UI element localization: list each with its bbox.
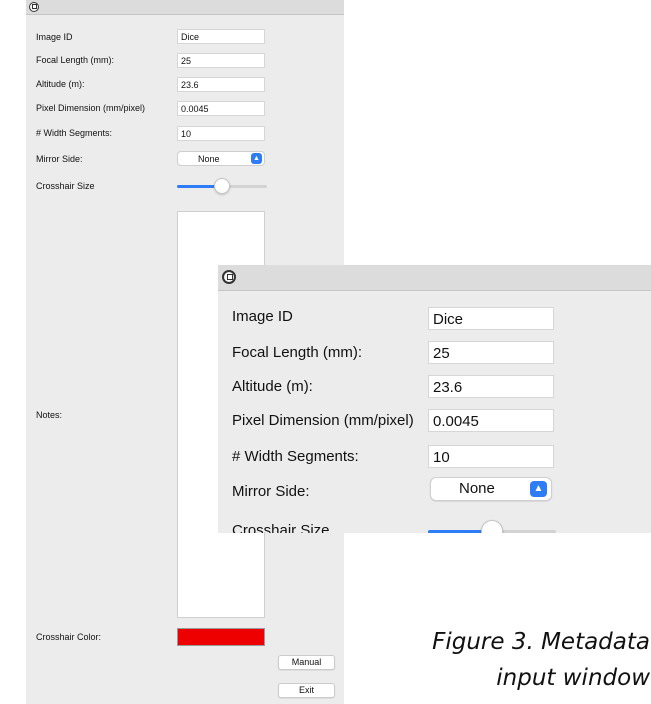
width-segments-input[interactable]: 10 — [177, 126, 265, 141]
focal-length-input[interactable]: 25 — [428, 341, 554, 364]
chevron-up-down-icon: ▲︎ — [251, 153, 262, 164]
altitude-label: Altitude (m): — [36, 79, 85, 89]
crosshair-color-label: Crosshair Color: — [36, 632, 102, 642]
mirror-side-value: None — [198, 154, 220, 164]
manual-button[interactable]: Manual — [278, 655, 335, 670]
metadata-window-zoomed: Image ID Dice Focal Length (mm): 25 Alti… — [218, 265, 651, 533]
altitude-input[interactable]: 23.6 — [428, 375, 554, 398]
image-id-label: Image ID — [36, 32, 73, 42]
title-bar — [26, 0, 344, 15]
notes-label: Notes: — [36, 410, 63, 420]
figure: Image ID Dice Focal Length (mm): 25 Alti… — [0, 0, 651, 704]
altitude-input[interactable]: 23.6 — [177, 77, 265, 92]
chevron-up-down-icon: ▲︎ — [530, 481, 547, 497]
slider-knob[interactable] — [481, 520, 503, 533]
width-segments-input[interactable]: 10 — [428, 445, 554, 468]
mirror-side-label: Mirror Side: — [36, 154, 83, 164]
image-id-label: Image ID — [232, 308, 293, 325]
image-id-input[interactable]: Dice — [177, 29, 265, 44]
window-menu-icon[interactable] — [29, 2, 39, 12]
pixel-dimension-input[interactable]: 0.0045 — [177, 101, 265, 116]
caption-line-2: input window — [496, 665, 650, 691]
crosshair-color-swatch[interactable] — [177, 628, 265, 646]
focal-length-label: Focal Length (mm): — [232, 344, 363, 361]
pixel-dimension-label: Pixel Dimension (mm/pixel) — [232, 412, 414, 429]
mirror-side-value: None — [459, 480, 495, 497]
altitude-label: Altitude (m): — [232, 378, 313, 395]
title-bar — [218, 265, 651, 291]
width-segments-label: # Width Segments: — [36, 128, 113, 138]
focal-length-label: Focal Length (mm): — [36, 55, 115, 65]
mirror-side-label: Mirror Side: — [232, 483, 310, 500]
pixel-dimension-label: Pixel Dimension (mm/pixel) — [36, 103, 146, 113]
pixel-dimension-input[interactable]: 0.0045 — [428, 409, 554, 432]
figure-caption: Figure 3. Metadata input window — [350, 624, 650, 696]
crosshair-size-slider[interactable] — [177, 178, 267, 194]
crosshair-size-label: Crosshair Size — [232, 522, 330, 533]
exit-button[interactable]: Exit — [278, 683, 335, 698]
crosshair-size-slider[interactable] — [428, 520, 556, 533]
slider-knob[interactable] — [214, 178, 230, 194]
crosshair-size-label: Crosshair Size — [36, 181, 95, 191]
mirror-side-select[interactable]: None ▲︎ — [430, 477, 552, 501]
mirror-side-select[interactable]: None ▲︎ — [177, 151, 265, 166]
window-menu-icon[interactable] — [222, 270, 236, 284]
width-segments-label: # Width Segments: — [232, 448, 359, 465]
caption-line-1: Figure 3. Metadata — [432, 629, 650, 655]
focal-length-input[interactable]: 25 — [177, 53, 265, 68]
image-id-input[interactable]: Dice — [428, 307, 554, 330]
